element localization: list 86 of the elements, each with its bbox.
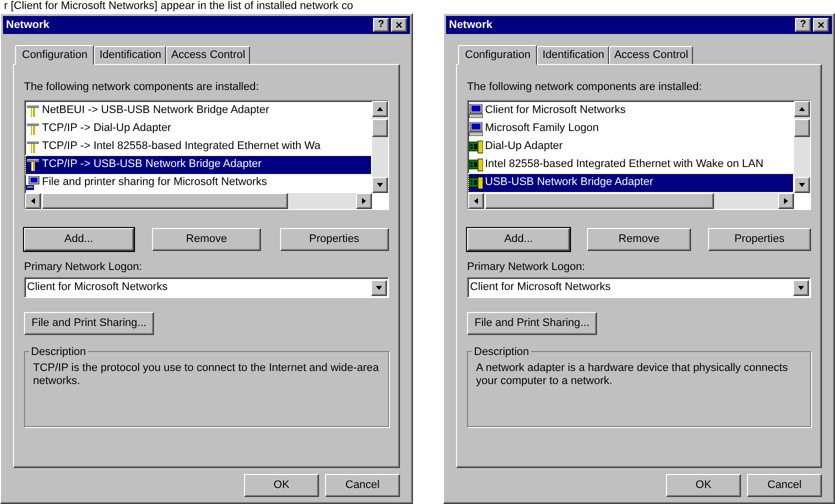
component-label: NetBEUI -> USB-USB Network Bridge Adapter xyxy=(42,103,270,118)
triangle-down-icon xyxy=(798,180,806,188)
logon-label: Primary Network Logon: xyxy=(24,260,143,274)
list-label: The following network components are installed: xyxy=(467,80,703,95)
triangle-up-icon xyxy=(798,104,806,112)
component-item[interactable]: Microsoft Family Logon xyxy=(469,120,793,138)
network-card-icon xyxy=(469,176,483,190)
component-label: Dial-Up Adapter xyxy=(485,139,563,154)
help-button[interactable]: ? xyxy=(795,18,811,32)
component-label: Client for Microsoft Networks xyxy=(485,103,626,118)
scroll-down-button[interactable] xyxy=(372,176,388,192)
close-button[interactable]: × xyxy=(813,18,829,32)
computer-icon xyxy=(469,104,483,118)
tab[interactable]: Access Control xyxy=(166,46,250,64)
triangle-down-icon xyxy=(376,180,384,188)
sharing-button[interactable]: File and Print Sharing... xyxy=(467,312,597,335)
action-button[interactable]: Add... xyxy=(467,228,570,250)
triangle-right-icon xyxy=(782,196,790,204)
triangle-down-icon xyxy=(375,284,383,292)
tab[interactable]: Configuration xyxy=(15,45,94,65)
scroll-left-button[interactable] xyxy=(468,192,484,208)
horizontal-scrollbar[interactable] xyxy=(468,192,794,208)
scroll-thumb[interactable] xyxy=(485,192,714,208)
scroll-thumb[interactable] xyxy=(794,118,810,136)
action-button[interactable]: Add... xyxy=(24,228,134,250)
scroll-up-button[interactable] xyxy=(794,100,810,116)
scroll-right-button[interactable] xyxy=(356,192,372,208)
dialog-button[interactable]: Cancel xyxy=(325,474,400,497)
action-button[interactable]: Properties xyxy=(280,228,389,250)
triangle-left-icon xyxy=(472,196,480,204)
component-label: TCP/IP -> Dial-Up Adapter xyxy=(42,121,172,136)
scroll-thumb[interactable] xyxy=(42,192,288,208)
action-button[interactable]: Properties xyxy=(708,228,811,250)
horizontal-scrollbar[interactable] xyxy=(25,192,372,208)
caption-text: r [Client for Microsoft Networks] appear in the list of installed network co xyxy=(4,0,354,13)
component-label: Microsoft Family Logon xyxy=(485,121,599,136)
scroll-thumb[interactable] xyxy=(372,118,388,136)
computer-icon xyxy=(469,122,483,136)
scroll-down-button[interactable] xyxy=(794,176,810,192)
logon-dropdown[interactable]: Client for Microsoft Networks xyxy=(24,277,389,298)
window-title: Network xyxy=(449,18,492,33)
help-button[interactable]: ? xyxy=(373,18,389,32)
tab[interactable]: Identification xyxy=(537,46,610,64)
group-title: Description xyxy=(472,344,532,360)
description-text: TCP/IP is the protocol you use to connect to the Internet and wide-area networks. xyxy=(33,362,380,388)
component-item[interactable]: Intel 82558-based Integrated Ethernet with Wake on LAN xyxy=(469,156,793,174)
description-text: A network adapter is a hardware device that physically connects your computer to a network. xyxy=(476,362,789,388)
triangle-down-icon xyxy=(797,284,805,292)
logon-label: Primary Network Logon: xyxy=(467,260,586,274)
triangle-left-icon xyxy=(29,196,37,204)
network-card-icon xyxy=(469,158,483,172)
component-item[interactable]: TCP/IP -> Intel 82558-based Integrated Ethernet with Wa xyxy=(26,138,371,156)
tab[interactable]: Identification xyxy=(94,46,166,64)
vertical-scrollbar[interactable] xyxy=(372,100,388,192)
component-label: USB-USB Network Bridge Adapter xyxy=(485,175,654,190)
scroll-up-button[interactable] xyxy=(372,100,388,116)
tab[interactable]: Configuration xyxy=(458,45,538,65)
list-label: The following network components are installed: xyxy=(24,80,260,95)
triangle-right-icon xyxy=(360,196,368,204)
component-item[interactable]: NetBEUI -> USB-USB Network Bridge Adapter xyxy=(26,102,371,120)
component-item[interactable]: Client for Microsoft Networks xyxy=(469,102,793,120)
component-item[interactable]: File and printer sharing for Microsoft Networks xyxy=(26,174,371,192)
action-button[interactable]: Remove xyxy=(152,228,262,250)
logon-dropdown[interactable]: Client for Microsoft Networks xyxy=(467,277,811,298)
component-label: File and printer sharing for Microsoft Networks xyxy=(42,175,267,190)
component-item[interactable]: Dial-Up Adapter xyxy=(469,138,793,156)
component-item[interactable]: USB-USB Network Bridge Adapter xyxy=(469,174,793,192)
network-card-icon xyxy=(469,140,483,154)
window-title: Network xyxy=(6,18,50,33)
component-label: Intel 82558-based Integrated Ethernet with Wake on LAN xyxy=(485,157,764,172)
sharing-button[interactable]: File and Print Sharing... xyxy=(24,312,154,335)
tab[interactable]: Access Control xyxy=(609,46,694,64)
component-item[interactable]: TCP/IP -> Dial-Up Adapter xyxy=(26,120,371,138)
scroll-right-button[interactable] xyxy=(778,192,794,208)
dialog-button[interactable]: OK xyxy=(666,474,741,497)
component-label: TCP/IP -> USB-USB Network Bridge Adapter xyxy=(42,157,262,172)
component-item[interactable]: TCP/IP -> USB-USB Network Bridge Adapter xyxy=(26,156,371,174)
dialog-button[interactable]: OK xyxy=(244,474,319,497)
triangle-up-icon xyxy=(376,104,384,112)
dialog-button[interactable]: Cancel xyxy=(747,474,822,497)
action-button[interactable]: Remove xyxy=(587,228,691,250)
scroll-left-button[interactable] xyxy=(25,192,41,208)
group-title: Description xyxy=(29,344,88,360)
component-label: TCP/IP -> Intel 82558-based Integrated Ethernet with Wa xyxy=(42,139,321,154)
vertical-scrollbar[interactable] xyxy=(794,100,810,192)
close-button[interactable]: × xyxy=(391,18,407,32)
